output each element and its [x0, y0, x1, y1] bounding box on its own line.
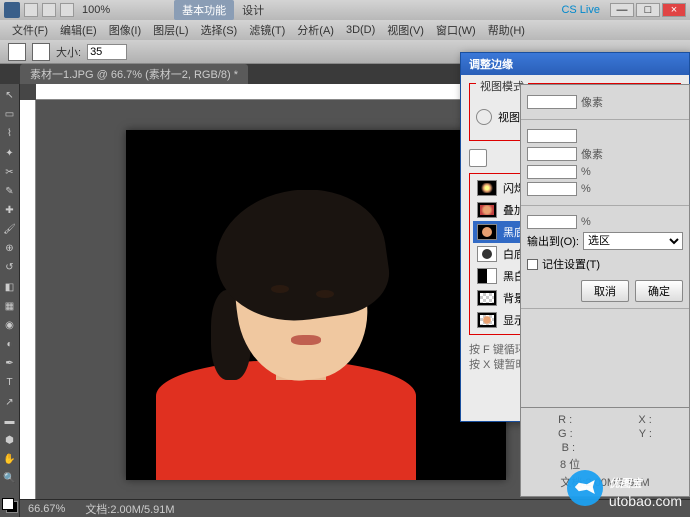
contrast-input[interactable]	[527, 165, 577, 179]
status-zoom[interactable]: 66.67%	[28, 503, 65, 515]
ok-button[interactable]: 确定	[635, 280, 683, 302]
zoom-percent[interactable]: 100%	[82, 4, 110, 16]
document-tab[interactable]: 素材一1.JPG @ 66.7% (素材一2, RGB/8) *	[20, 64, 248, 84]
refine-brush-icon[interactable]	[469, 149, 487, 167]
menu-select[interactable]: 选择(S)	[197, 20, 242, 40]
menu-file[interactable]: 文件(F)	[8, 20, 52, 40]
quick-select-tool-icon[interactable]: ✦	[1, 144, 19, 161]
shift-input[interactable]	[527, 182, 577, 196]
menu-filter[interactable]: 滤镜(T)	[245, 20, 289, 40]
main-menubar: 文件(F) 编辑(E) 图像(I) 图层(L) 选择(S) 滤镜(T) 分析(A…	[0, 20, 690, 40]
layout-dropdown-icon[interactable]	[42, 3, 56, 17]
move-tool-icon[interactable]: ↖	[1, 87, 19, 104]
blur-tool-icon[interactable]: ◉	[1, 317, 19, 334]
history-brush-icon[interactable]: ↺	[1, 259, 19, 276]
zoom-tool-icon[interactable]: 🔍	[1, 470, 19, 487]
healing-tool-icon[interactable]: ✚	[1, 202, 19, 219]
type-tool-icon[interactable]: T	[1, 374, 19, 391]
stamp-tool-icon[interactable]: ⊕	[1, 240, 19, 257]
size-label: 大小:	[56, 44, 81, 60]
output-select[interactable]: 选区	[583, 232, 683, 250]
remember-checkbox[interactable]: 记住设置(T)	[527, 256, 683, 272]
pen-tool-icon[interactable]: ✒	[1, 355, 19, 372]
menu-window[interactable]: 窗口(W)	[432, 20, 480, 40]
decon-input[interactable]	[527, 215, 577, 229]
ps-logo-icon	[4, 2, 20, 18]
color-swatch[interactable]	[2, 498, 18, 513]
shape-tool-icon[interactable]: ▬	[1, 413, 19, 430]
maximize-button[interactable]: □	[636, 3, 660, 17]
status-docsize: 文档:2.00M/5.91M	[85, 501, 174, 517]
vertical-ruler	[20, 100, 36, 517]
app-dropdown-icon[interactable]	[24, 3, 38, 17]
tools-panel: ↖ ▭ ⌇ ✦ ✂ ✎ ✚ 🖌 ⊕ ↺ ◧ ▦ ◉ ◐ ✒ T ↗ ▬ ⬢ ✋ …	[0, 84, 20, 517]
smooth-input[interactable]	[527, 129, 577, 143]
fg-color-icon[interactable]	[2, 498, 14, 510]
dialog-title: 调整边缘	[461, 53, 689, 75]
brush-tool-icon[interactable]: 🖌	[1, 221, 19, 238]
cslive-link[interactable]: CS Live	[561, 4, 600, 16]
menu-3d[interactable]: 3D(D)	[342, 22, 379, 38]
bird-icon	[567, 470, 603, 506]
radius-input[interactable]	[527, 95, 577, 109]
3d-tool-icon[interactable]: ⬢	[1, 432, 19, 449]
px-unit: 像素	[581, 94, 603, 110]
lasso-tool-icon[interactable]: ⌇	[1, 125, 19, 142]
window-titlebar: 100% 基本功能 设计 CS Live — □ ×	[0, 0, 690, 20]
menu-edit[interactable]: 编辑(E)	[56, 20, 101, 40]
dodge-tool-icon[interactable]: ◐	[1, 336, 19, 353]
marquee-tool-icon[interactable]: ▭	[1, 106, 19, 123]
screen-dropdown-icon[interactable]	[60, 3, 74, 17]
watermark-name: 优图宝	[609, 478, 642, 490]
refine-edge-sidepanel: 像素 像素 % % % 输出到(O): 选区 记住设置(T) 取消 确定	[520, 84, 690, 424]
gradient-tool-icon[interactable]: ▦	[1, 298, 19, 315]
watermark-domain: utobao.com	[609, 493, 682, 509]
close-button[interactable]: ×	[662, 3, 686, 17]
eyedropper-tool-icon[interactable]: ✎	[1, 183, 19, 200]
menu-help[interactable]: 帮助(H)	[484, 20, 529, 40]
zoom-icon[interactable]	[476, 109, 492, 125]
crop-tool-icon[interactable]: ✂	[1, 164, 19, 181]
feather-input[interactable]	[527, 147, 577, 161]
output-label: 输出到(O):	[527, 233, 579, 249]
menu-image[interactable]: 图像(I)	[105, 20, 145, 40]
workspace-essentials-button[interactable]: 基本功能	[174, 0, 234, 20]
tool-preset-icon[interactable]	[8, 43, 26, 61]
subject-cutout	[156, 190, 416, 480]
eraser-tool-icon[interactable]: ◧	[1, 279, 19, 296]
path-tool-icon[interactable]: ↗	[1, 394, 19, 411]
minimize-button[interactable]: —	[610, 3, 634, 17]
watermark: 优图宝 utobao.com	[567, 467, 682, 509]
cancel-button[interactable]: 取消	[581, 280, 629, 302]
brush-size-input[interactable]	[87, 44, 127, 60]
menu-analysis[interactable]: 分析(A)	[293, 20, 338, 40]
document-image	[126, 130, 506, 480]
menu-view[interactable]: 视图(V)	[383, 20, 428, 40]
hand-tool-icon[interactable]: ✋	[1, 451, 19, 468]
brush-sample-icon[interactable]	[32, 43, 50, 61]
workspace-design-button[interactable]: 设计	[242, 2, 264, 18]
menu-layer[interactable]: 图层(L)	[149, 20, 192, 40]
